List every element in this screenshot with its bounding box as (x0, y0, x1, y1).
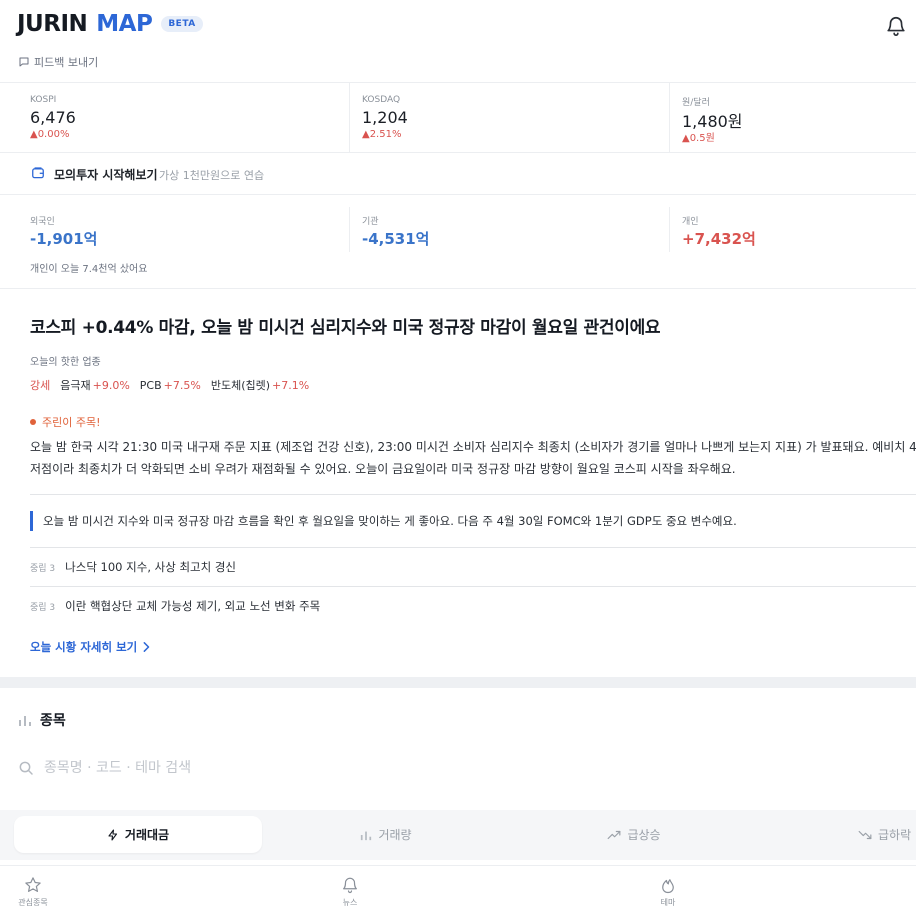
issue-item[interactable]: 중립 3 이란 핵협상단 교체 가능성 제기, 외교 노선 변화 주목 (30, 598, 320, 614)
hot-sectors-label: 오늘의 핫한 업종 (30, 357, 101, 368)
nav-label: 뉴스 (342, 898, 358, 907)
hot-sectors-row: 강세 음극재 +9.0% PCB +7.5% 반도체(칩렛) +7.1% (30, 377, 319, 393)
tab-plunge[interactable]: 급하락 (758, 816, 916, 853)
summary-quote: 오늘 밤 미시건 지수와 미국 정규장 마감 흐름을 확인 후 월요일을 맞이하… (30, 511, 737, 531)
notice-text: 주린이 주목! (42, 416, 101, 429)
index-change: ▲0.00% (30, 129, 70, 140)
nav-label: 테마 (660, 898, 676, 907)
tab-label: 급하락 (878, 828, 912, 842)
mock-invest-banner[interactable]: 모의투자 시작해보기 가상 1천만원으로 연습 (0, 153, 916, 195)
hot-sector-item[interactable]: PCB +7.5% (140, 379, 201, 392)
investor-label-foreign: 외국인 (30, 217, 55, 227)
divider (30, 547, 916, 548)
index-label: 원/달러 (682, 98, 710, 108)
detail-link-label: 오늘 시황 자세히 보기 (30, 640, 138, 654)
star-icon (25, 877, 41, 892)
investor-note: 개인이 오늘 7.4천억 샀어요 (30, 264, 148, 275)
tab-label: 거래량 (378, 828, 412, 842)
index-change: ▲2.51% (362, 129, 402, 140)
trend-up-icon (608, 830, 621, 839)
tab-label: 급상승 (627, 828, 661, 842)
sector-name: 음극재 (60, 379, 91, 392)
tab-volume[interactable]: 거래량 (262, 816, 510, 853)
investor-flow-row: 외국인 -1,901억 기관 -4,531억 개인 +7,432억 개인이 오늘… (0, 195, 916, 289)
divider (30, 494, 916, 495)
mock-invest-subtitle: 가상 1천만원으로 연습 (159, 169, 265, 182)
index-label: KOSDAQ (362, 95, 401, 105)
index-card-kosdaq[interactable]: KOSDAQ 1,204 ▲2.51% (350, 83, 669, 153)
issue-text: 이란 핵협상단 교체 가능성 제기, 외교 노선 변화 주목 (65, 599, 321, 613)
nav-label: 관심종목 (18, 898, 48, 907)
bottom-navigation: 관심종목 뉴스 테마 (0, 865, 916, 916)
summary-body: 오늘 밤 한국 시각 21:30 미국 내구재 주문 지표 (제조업 건강 신호… (30, 436, 916, 480)
investor-label-individual: 개인 (682, 217, 699, 227)
bolt-icon (108, 828, 117, 841)
stock-ranking-tabs: 거래대금 거래량 급상승 급하락 (0, 810, 916, 860)
investor-value-individual: +7,432억 (682, 230, 756, 248)
divider (30, 586, 916, 587)
notice-dot-icon (30, 419, 36, 425)
tab-label: 거래대금 (124, 828, 170, 842)
index-value: 6,476 (30, 108, 76, 127)
brand-name-secondary: MAP (96, 11, 153, 37)
issue-rank: 중립 3 (30, 602, 56, 613)
index-label: KOSPI (30, 95, 57, 105)
brand-name-primary: JURIN (17, 11, 88, 37)
summary-body-line: 오늘 밤 한국 시각 21:30 미국 내구재 주문 지표 (제조업 건강 신호… (30, 440, 916, 454)
index-change: ▲0.5원 (682, 133, 715, 144)
stocks-section-header: 종목 (18, 710, 66, 730)
investor-value-foreign: -1,901억 (30, 230, 98, 248)
chat-bubble-icon (19, 57, 29, 67)
bar-chart-icon (19, 716, 31, 726)
nav-item-theme[interactable]: 테마 (638, 876, 698, 908)
search-icon (19, 761, 33, 775)
investor-value-institution: -4,531억 (362, 230, 430, 248)
index-value: 1,204 (362, 108, 408, 127)
market-headline: 코스피 +0.44% 마감, 오늘 밤 미시건 심리지수와 미국 정규장 마감이… (30, 318, 661, 338)
stock-search (18, 760, 344, 776)
sector-change: +7.1% (272, 379, 310, 392)
divider (349, 207, 350, 252)
index-card-kospi[interactable]: KOSPI 6,476 ▲0.00% (0, 83, 349, 153)
nav-item-watchlist[interactable]: 관심종목 (3, 876, 63, 908)
stock-search-input[interactable] (44, 760, 344, 776)
nav-item-news[interactable]: 뉴스 (320, 876, 380, 908)
market-detail-link[interactable]: 오늘 시황 자세히 보기 (30, 639, 150, 655)
issue-text: 나스닥 100 지수, 사상 최고치 경신 (65, 560, 236, 574)
hot-sector-item[interactable]: 반도체(칩렛) +7.1% (211, 377, 309, 393)
chevron-right-icon (143, 642, 150, 652)
feedback-button[interactable]: 피드백 보내기 (18, 54, 98, 70)
sector-name: PCB (139, 378, 162, 392)
wallet-icon (32, 167, 44, 179)
summary-body-line: 저점이라 최종치가 더 악화되면 소비 우려가 재점화될 수 있어요. 오늘이 … (30, 462, 736, 476)
issue-rank: 중립 3 (30, 563, 56, 574)
notice-label: 주린이 주목! (30, 414, 101, 430)
sector-change: +9.0% (92, 379, 130, 392)
market-index-row: KOSPI 6,476 ▲0.00% KOSDAQ 1,204 ▲2.51% 원… (0, 83, 916, 153)
sector-change: +7.5% (163, 378, 201, 392)
stocks-title: 종목 (40, 713, 66, 729)
flame-icon (662, 879, 674, 894)
app-header: JURIN MAP BETA 피드백 보내기 (0, 0, 916, 83)
feedback-label: 피드백 보내기 (34, 56, 99, 69)
brand-logo[interactable]: JURIN MAP BETA (17, 11, 203, 37)
strength-tag: 강세 (30, 379, 51, 392)
issue-item[interactable]: 중립 3 나스닥 100 지수, 사상 최고치 경신 (30, 559, 236, 575)
bell-icon (343, 877, 357, 894)
mock-invest-title: 모의투자 시작해보기 (54, 168, 158, 182)
investor-label-institution: 기관 (362, 217, 379, 227)
notification-bell-icon[interactable] (885, 15, 907, 37)
sector-name: 반도체(칩렛) (210, 379, 271, 392)
beta-badge: BETA (161, 16, 203, 32)
divider (669, 207, 670, 252)
tab-trading-value[interactable]: 거래대금 (14, 816, 262, 853)
hot-sector-item[interactable]: 음극재 +9.0% (60, 377, 130, 393)
bar-chart-icon (361, 831, 372, 840)
index-card-usdkrw[interactable]: 원/달러 1,480원 ▲0.5원 (670, 83, 916, 153)
tab-surge[interactable]: 급상승 (510, 816, 758, 853)
trend-down-icon (858, 830, 872, 839)
section-gap (0, 677, 916, 688)
